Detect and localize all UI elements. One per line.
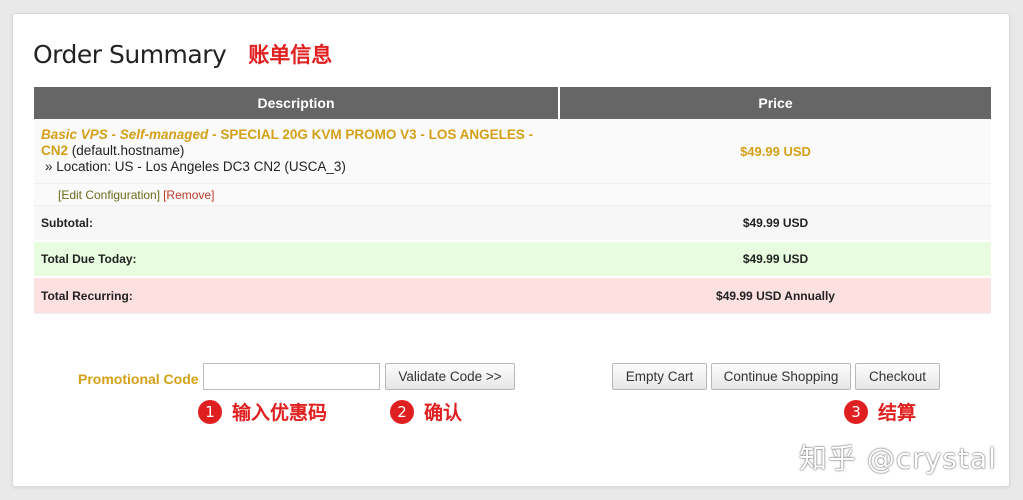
order-summary-panel: Order Summary 账单信息 Description Price Bas… [12,13,1010,487]
header-price: Price [560,87,991,119]
page-title: Order Summary [33,39,227,69]
promo-code-input[interactable] [203,363,380,390]
item-hostname: (default.hostname) [68,143,185,158]
step-number-2: 2 [390,399,414,424]
empty-cart-button[interactable]: Empty Cart [612,363,707,390]
title-annotation: 账单信息 [248,43,333,67]
item-location: » Location: US - Los Angeles DC3 CN2 (US… [45,159,346,174]
total-recurring-label: Total Recurring: [41,288,133,303]
total-due-today-value: $49.99 USD [742,252,809,266]
checkout-button[interactable]: Checkout [855,363,940,390]
item-price-cell: $49.99 USD [560,119,991,183]
watermark: 知乎 @crystal [799,442,997,475]
subtotal-label: Subtotal: [41,216,93,230]
step-annotation-1: 1 输入优惠码 [198,398,327,425]
step-text-3: 结算 [878,402,917,424]
step-annotation-2: 2 确认 [390,398,462,425]
total-due-today-row: Total Due Today: $49.99 USD [34,242,991,278]
title-row: Order Summary 账单信息 [33,36,332,72]
edit-configuration-link[interactable]: [Edit Configuration] [58,188,160,202]
total-due-today-label: Total Due Today: [41,252,137,266]
total-recurring-row: Total Recurring: $49.99 USD Annually [34,278,991,314]
step-text-2: 确认 [424,402,463,424]
step-annotation-3: 3 结算 [844,398,916,425]
step-number-1: 1 [198,399,222,424]
item-price: $49.99 USD [740,143,811,159]
item-actions: [Edit Configuration] [Remove] [34,184,558,205]
cart-table: Description Price Basic VPS - Self-manag… [34,87,991,314]
header-description: Description [34,87,558,119]
step-text-1: 输入优惠码 [232,402,328,424]
subtotal-value: $49.99 USD [742,216,809,230]
promo-code-label: Promotional Code [78,371,199,387]
item-description: Basic VPS - Self-managed - SPECIAL 20G K… [34,119,558,183]
continue-shopping-button[interactable]: Continue Shopping [711,363,851,390]
item-actions-row: [Edit Configuration] [Remove] [34,184,991,206]
cart-item-row: Basic VPS - Self-managed - SPECIAL 20G K… [34,119,991,184]
total-recurring-value: $49.99 USD Annually [716,288,835,303]
subtotal-row: Subtotal: $49.99 USD [34,206,991,242]
validate-code-button[interactable]: Validate Code >> [385,363,515,390]
remove-item-link[interactable]: [Remove] [163,188,214,202]
step-number-3: 3 [844,399,868,424]
product-name: Basic VPS - Self-managed [41,127,209,142]
table-header-row: Description Price [34,87,991,119]
item-actions-price-empty [560,184,991,205]
product-separator: - [208,127,221,142]
